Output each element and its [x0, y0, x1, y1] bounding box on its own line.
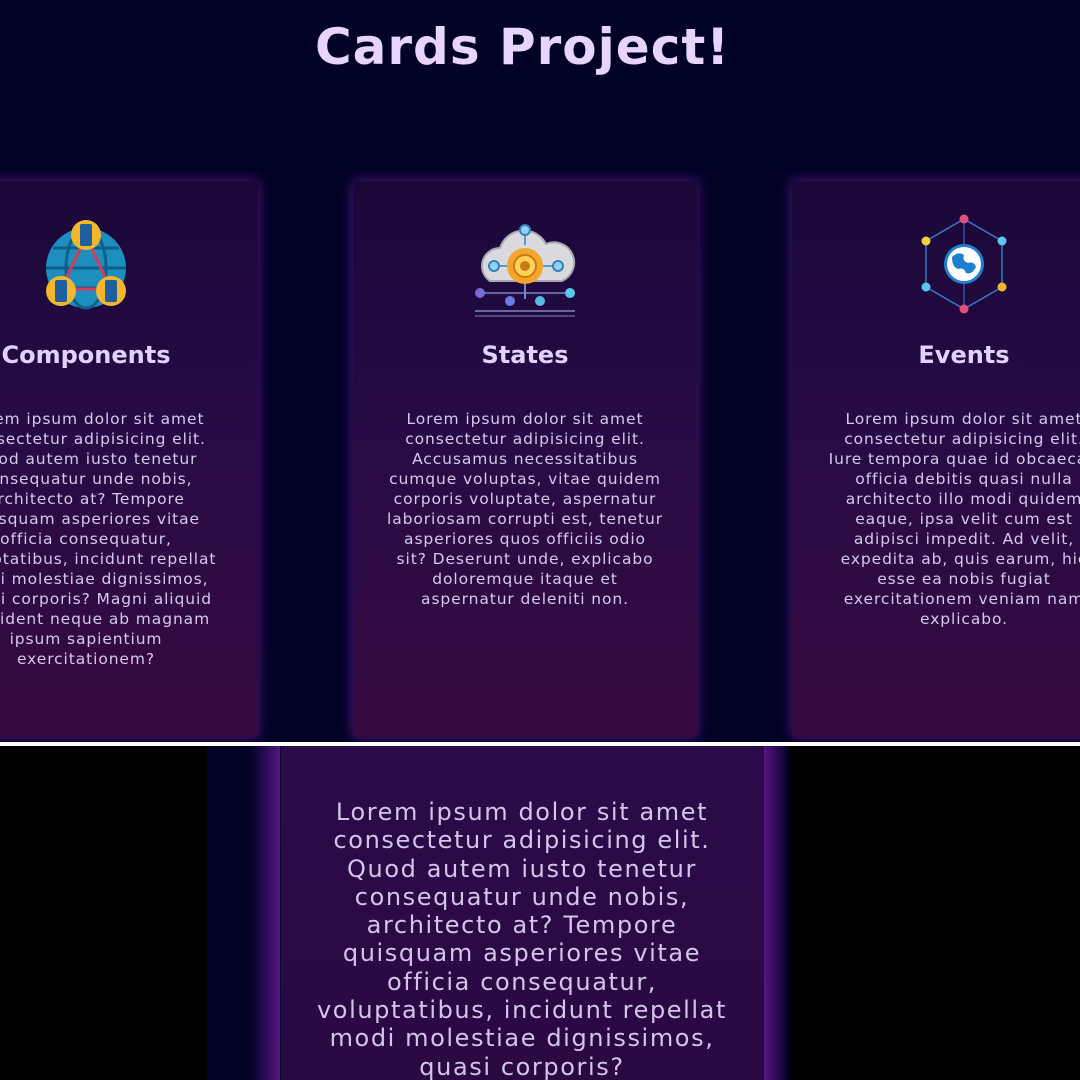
zoom-glow-left [250, 746, 280, 1080]
zoom-panel: Lorem ipsum dolor sit amet consectetur a… [0, 746, 1080, 1080]
card-title: Components [1, 341, 171, 369]
network-globe-servers-icon [31, 211, 141, 321]
cards-page: Cards Project! Components Lorem ipsum do… [0, 0, 1080, 742]
card-text: Lorem ipsum dolor sit amet consectetur a… [828, 410, 1080, 628]
card-title: States [481, 341, 569, 369]
page-title: Cards Project! [314, 18, 731, 76]
cloud-gear-icon [470, 211, 580, 321]
zoom-card-text: Lorem ipsum dolor sit amet consectetur a… [317, 798, 727, 1080]
card-title: Events [918, 341, 1010, 369]
card-events: Events Lorem ipsum dolor sit amet consec… [792, 181, 1080, 737]
card-components: Components Lorem ipsum dolor sit amet co… [0, 181, 258, 737]
card-text: Lorem ipsum dolor sit amet consectetur a… [387, 410, 663, 608]
globe-hexagon-nodes-icon [909, 211, 1019, 321]
zoom-card: Lorem ipsum dolor sit amet consectetur a… [281, 746, 764, 1080]
card-text: Lorem ipsum dolor sit amet consectetur a… [0, 410, 217, 668]
zoom-glow-right [764, 746, 789, 1080]
card-states: States Lorem ipsum dolor sit amet consec… [353, 181, 697, 737]
